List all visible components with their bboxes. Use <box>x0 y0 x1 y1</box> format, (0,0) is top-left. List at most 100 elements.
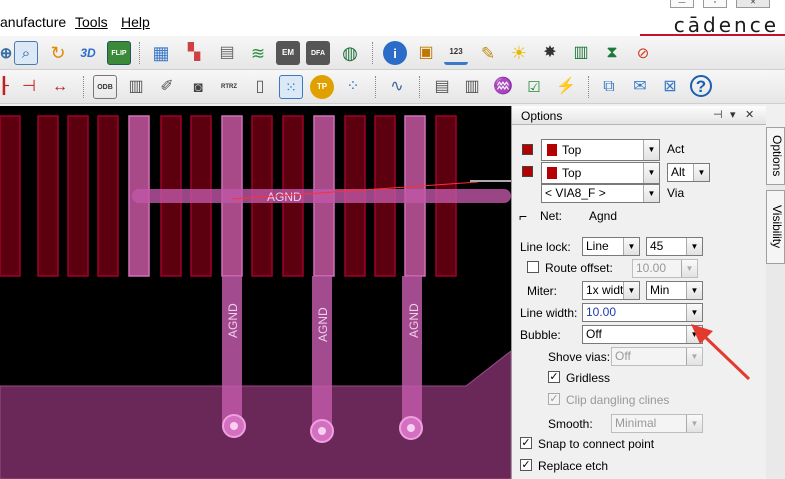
route-icon[interactable]: ∿ <box>385 75 409 99</box>
grid-icon[interactable]: ▦ <box>149 41 173 65</box>
route-offset-checkbox[interactable] <box>527 261 539 273</box>
shove-vias-label: Shove vias: <box>548 350 611 364</box>
chevron-down-icon[interactable]: ▼ <box>643 140 659 160</box>
route-offset-select[interactable]: 10.00 ▼ <box>632 259 698 278</box>
pin-icon[interactable]: ⊣ <box>713 108 723 121</box>
chevron-down-icon[interactable]: ▼ <box>623 282 639 299</box>
menu-manufacture[interactable]: anufacture <box>0 14 66 30</box>
status-icon[interactable]: ▯ <box>248 75 272 99</box>
dimension-icon[interactable]: ↔ <box>48 75 72 99</box>
minimize-button[interactable]: — <box>670 0 694 8</box>
chevron-down-icon[interactable]: ▼ <box>643 185 659 202</box>
smd-pad <box>37 115 59 277</box>
odb-icon[interactable]: ODB <box>93 75 117 99</box>
tab-visibility[interactable]: Visibility <box>766 190 785 264</box>
pcb-design-canvas[interactable]: AGND AGND AGND AGND <box>0 106 511 479</box>
highlight-icon[interactable]: ☀ <box>507 41 531 65</box>
line-width-input[interactable]: 10.00 ▼ <box>582 303 703 322</box>
chevron-down-icon[interactable]: ▼ <box>686 238 702 255</box>
gridless-label: Gridless <box>566 371 611 385</box>
hourglass-icon[interactable]: ⧗ <box>600 41 624 65</box>
em-icon[interactable]: EM <box>276 41 300 65</box>
book-icon[interactable]: ▥ <box>460 75 484 99</box>
replace-etch-checkbox[interactable]: ✓ <box>520 459 532 471</box>
message-icon[interactable]: ⊠ <box>658 75 682 99</box>
refresh-icon[interactable]: ↻ <box>46 41 70 65</box>
agnd-trace-vertical <box>312 276 332 428</box>
close-button[interactable]: ✕ <box>736 0 770 8</box>
toolbar-separator <box>83 76 85 98</box>
zoom-icon[interactable]: ⌕ <box>14 41 38 65</box>
smooth-label: Smooth: <box>548 417 593 431</box>
menu-tools[interactable]: Tools <box>75 14 108 30</box>
act-layer-select[interactable]: Top ▼ <box>541 139 660 161</box>
act-layer-color-swatch[interactable] <box>522 144 533 155</box>
bars-icon[interactable]: ▥ <box>569 41 593 65</box>
rtrz-icon[interactable]: RTRZ <box>217 75 241 99</box>
net-pin-icon[interactable]: ⊣ <box>17 75 41 99</box>
chevron-down-icon[interactable]: ▼ <box>686 282 702 299</box>
options-panel-titlebar: Options ⊣ ▾ ✕ <box>512 106 766 125</box>
net-label: AGND <box>316 307 330 342</box>
tab-options[interactable]: Options <box>766 127 785 185</box>
constraint-icon[interactable]: ♒ <box>491 75 515 99</box>
pcb-layout: AGND AGND AGND AGND <box>0 115 511 479</box>
via-hole <box>407 424 415 432</box>
alt-mode-select[interactable]: Alt ▼ <box>667 163 710 182</box>
chevron-down-icon[interactable]: ▼ <box>623 238 639 255</box>
testpoint-icon[interactable]: TP <box>310 75 334 99</box>
restore-button[interactable]: ▫ <box>703 0 727 8</box>
snap-checkbox[interactable]: ✓ <box>520 437 532 449</box>
smooth-select[interactable]: Minimal ▼ <box>611 414 703 433</box>
line-width-label: Line width: <box>520 306 578 320</box>
chevron-down-icon[interactable]: ▼ <box>686 304 702 321</box>
report-icon[interactable]: ▤ <box>430 75 454 99</box>
library-icon[interactable]: ▥ <box>124 75 148 99</box>
brush-icon[interactable]: ✎ <box>476 41 500 65</box>
delete-icon[interactable]: ⊘ <box>631 41 655 65</box>
info-icon[interactable]: i <box>383 41 407 65</box>
camera-icon[interactable]: ◙ <box>186 75 210 99</box>
menu-help[interactable]: Help <box>121 14 150 30</box>
line-lock-select[interactable]: Line ▼ <box>582 237 640 256</box>
check-icon[interactable]: ☑ <box>522 75 546 99</box>
dfa-icon[interactable]: DFA <box>306 41 330 65</box>
close-icon[interactable]: ✕ <box>745 108 754 121</box>
dehighlight-icon[interactable]: ✸ <box>538 41 562 65</box>
gridless-checkbox[interactable]: ✓ <box>548 371 560 383</box>
colors-icon[interactable]: ▚ <box>182 41 206 65</box>
view-3d-icon[interactable]: 3D <box>76 41 100 65</box>
miter-width-select[interactable]: 1x width ▼ <box>582 281 640 300</box>
menu-bar: anufacture Tools Help — ▫ ✕ cādence <box>0 0 785 37</box>
measure-icon[interactable]: 123 <box>444 41 468 65</box>
envelope-icon[interactable]: ✉ <box>628 75 652 99</box>
clip-dangling-checkbox[interactable]: ✓ <box>548 393 560 405</box>
dropdown-icon[interactable]: ▾ <box>730 108 736 121</box>
via-select[interactable]: < VIA8_F > ▼ <box>541 184 660 203</box>
globe-icon[interactable]: ◍ <box>338 41 362 65</box>
chevron-down-icon[interactable]: ▼ <box>681 260 697 277</box>
help-icon[interactable]: ? <box>690 75 712 97</box>
line-lock-angle-select[interactable]: 45 ▼ <box>646 237 703 256</box>
miter-extent-select[interactable]: Min ▼ <box>646 281 703 300</box>
chevron-down-icon[interactable]: ▼ <box>693 164 709 181</box>
annotation-arrow-shaft <box>701 333 751 381</box>
edit-icon[interactable]: ✐ <box>155 75 179 99</box>
copy-icon[interactable]: ⧉ <box>597 75 621 99</box>
route-offset-label: Route offset: <box>545 261 613 275</box>
toolbar-row-2: ┠ ⊣ ↔ ODB ▥ ✐ ◙ RTRZ ▯ ⁙ TP ⁘ ∿ ▤ ▥ ♒ ☑ … <box>0 70 785 104</box>
array-icon[interactable]: ⁘ <box>341 75 365 99</box>
alt-layer-select[interactable]: Top ▼ <box>541 162 660 184</box>
flip-icon[interactable]: FLIP <box>107 41 131 65</box>
net-pin-icon[interactable]: ┠ <box>0 75 16 99</box>
chevron-down-icon[interactable]: ▼ <box>643 163 659 183</box>
stack-icon[interactable]: ≋ <box>246 41 270 65</box>
chevron-down-icon[interactable]: ▼ <box>686 415 702 432</box>
agnd-trace-horizontal <box>132 189 511 203</box>
analyze-icon[interactable]: ⚡ <box>554 75 578 99</box>
show-element-icon[interactable]: ▣ <box>414 41 438 65</box>
alt-layer-color-swatch[interactable] <box>522 166 533 177</box>
grid-points-icon[interactable]: ⁙ <box>279 75 303 99</box>
layers-icon[interactable]: ▤ <box>215 41 239 65</box>
via-hole <box>318 427 326 435</box>
